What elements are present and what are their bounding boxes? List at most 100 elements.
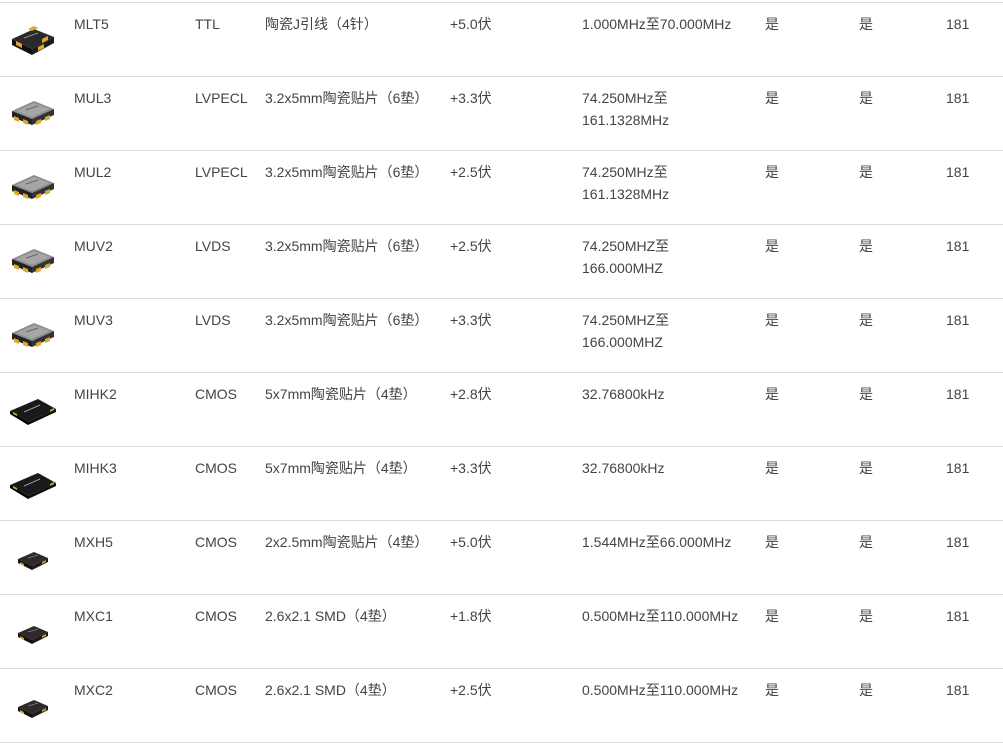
frequency-cell: 74.250MHZ至 166.000MHZ bbox=[582, 309, 757, 353]
frequency-line: 74.250MHz至 bbox=[582, 164, 668, 180]
number-cell: 181 bbox=[946, 682, 970, 698]
package-cell: 2.6x2.1 SMD（4垫） bbox=[265, 608, 396, 624]
package-cell: 2.6x2.1 SMD（4垫） bbox=[265, 682, 396, 698]
number-cell: 181 bbox=[946, 312, 970, 328]
table-row: MUL3 LVPECL 3.2x5mm陶瓷贴片（6垫） +3.3伏 是 是 181 74.25… bbox=[0, 77, 1003, 151]
frequency-line: 161.1328MHz bbox=[582, 112, 670, 128]
frequency-cell: 0.500MHz至110.000MHz bbox=[582, 679, 757, 701]
output-type-cell: LVPECL bbox=[195, 90, 248, 106]
frequency-line: 1.544MHz至66.000MHz bbox=[582, 534, 732, 550]
output-type-cell: CMOS bbox=[195, 534, 237, 550]
table-row: MUL2 LVPECL 3.2x5mm陶瓷贴片（6垫） +2.5伏 是 是 181 74.25… bbox=[0, 151, 1003, 225]
oscillator-6pad-icon bbox=[8, 91, 58, 137]
flag-cell: 是 bbox=[859, 460, 873, 476]
voltage-cell: +2.8伏 bbox=[450, 386, 492, 402]
package-cell: 3.2x5mm陶瓷贴片（6垫） bbox=[265, 312, 429, 328]
flag-cell: 是 bbox=[765, 386, 779, 402]
model-cell: MIHK3 bbox=[74, 460, 117, 476]
model-cell: MUL3 bbox=[74, 90, 112, 106]
frequency-cell: 74.250MHz至 161.1328MHz bbox=[582, 161, 757, 205]
voltage-cell: +2.5伏 bbox=[450, 238, 492, 254]
frequency-line: 32.76800kHz bbox=[582, 460, 665, 476]
oscillator-small-icon bbox=[8, 535, 58, 581]
oscillator-6pad-icon bbox=[8, 313, 58, 359]
frequency-line: 74.250MHZ至 bbox=[582, 312, 670, 328]
product-table: MLT5 TTL 陶瓷J引线（4针） +5.0伏是是 181 1.000MHz至70.00… bbox=[0, 2, 1003, 743]
oscillator-6pad-icon bbox=[8, 165, 58, 211]
oscillator-flat-black-icon bbox=[8, 387, 58, 433]
frequency-line: 0.500MHz至110.000MHz bbox=[582, 682, 739, 698]
flag-cell: 是 bbox=[765, 608, 779, 624]
table-row: MXC1 CMOS 2.6x2.1 SMD（4垫） +1.8伏 是 是 181 0.500MH… bbox=[0, 595, 1003, 669]
flag-cell: 是 bbox=[765, 238, 779, 254]
frequency-cell: 0.500MHz至110.000MHz bbox=[582, 605, 757, 627]
frequency-line: 74.250MHz至 bbox=[582, 90, 668, 106]
frequency-cell: 1.544MHz至66.000MHz bbox=[582, 531, 757, 553]
package-cell: 5x7mm陶瓷贴片（4垫） bbox=[265, 386, 417, 402]
flag-cell: 是 bbox=[765, 312, 779, 328]
model-cell: MXC2 bbox=[74, 682, 113, 698]
voltage-cell: +1.8伏 bbox=[450, 608, 492, 624]
voltage-cell: +2.5伏 bbox=[450, 682, 492, 698]
output-type-cell: CMOS bbox=[195, 608, 237, 624]
flag-cell: 是 bbox=[859, 386, 873, 402]
table-row: MXH5 CMOS 2x2.5mm陶瓷贴片（4垫） +5.0伏 是 是 181 1.544MH… bbox=[0, 521, 1003, 595]
oscillator-small-icon bbox=[8, 609, 58, 655]
frequency-cell: 32.76800kHz bbox=[582, 457, 757, 479]
oscillator-flat-black-icon bbox=[8, 461, 58, 507]
package-cell: 陶瓷J引线（4针） bbox=[265, 16, 378, 32]
number-cell: 181 bbox=[946, 16, 970, 32]
oscillator-j-lead-icon bbox=[8, 17, 58, 63]
voltage-cell: +3.3伏 bbox=[450, 460, 492, 476]
flag-cell: 是 bbox=[859, 164, 873, 180]
voltage-cell: +3.3伏 bbox=[450, 90, 492, 106]
frequency-line: 32.76800kHz bbox=[582, 386, 665, 402]
output-type-cell: CMOS bbox=[195, 386, 237, 402]
package-cell: 5x7mm陶瓷贴片（4垫） bbox=[265, 460, 417, 476]
flag-cell: 是 bbox=[859, 238, 873, 254]
number-cell: 181 bbox=[946, 90, 970, 106]
number-cell: 181 bbox=[946, 164, 970, 180]
package-cell: 3.2x5mm陶瓷贴片（6垫） bbox=[265, 90, 429, 106]
number-cell: 181 bbox=[946, 386, 970, 402]
package-cell: 3.2x5mm陶瓷贴片（6垫） bbox=[265, 164, 429, 180]
number-cell: 181 bbox=[946, 608, 970, 624]
voltage-cell: +5.0伏 bbox=[450, 16, 492, 32]
number-cell: 181 bbox=[946, 534, 970, 550]
flag-cell: 是 bbox=[765, 90, 779, 106]
flag-cell: 是 bbox=[765, 164, 779, 180]
model-cell: MLT5 bbox=[74, 16, 109, 32]
flag-cell: 是 bbox=[765, 460, 779, 476]
package-cell: 3.2x5mm陶瓷贴片（6垫） bbox=[265, 238, 429, 254]
table-row: MIHK2 CMOS 5x7mm陶瓷贴片（4垫） +2.8伏 是 是 181 32.76800… bbox=[0, 373, 1003, 447]
oscillator-small-icon bbox=[8, 683, 58, 729]
frequency-line: 0.500MHz至110.000MHz bbox=[582, 608, 739, 624]
table-row: MXC2 CMOS 2.6x2.1 SMD（4垫） +2.5伏 是 是 181 0.500MH… bbox=[0, 669, 1003, 743]
frequency-line: 1.000MHz至70.000MHz bbox=[582, 16, 732, 32]
frequency-cell: 32.76800kHz bbox=[582, 383, 757, 405]
model-cell: MXH5 bbox=[74, 534, 113, 550]
table-row: MLT5 TTL 陶瓷J引线（4针） +5.0伏 是 是 181 1.000MHz至70.00… bbox=[0, 3, 1003, 77]
output-type-cell: LVPECL bbox=[195, 164, 248, 180]
flag-cell: 是 bbox=[859, 90, 873, 106]
model-cell: MIHK2 bbox=[74, 386, 117, 402]
output-type-cell: LVDS bbox=[195, 312, 231, 328]
flag-cell: 是 bbox=[859, 16, 873, 32]
package-cell: 2x2.5mm陶瓷贴片（4垫） bbox=[265, 534, 429, 550]
output-type-cell: CMOS bbox=[195, 460, 237, 476]
frequency-cell: 1.000MHz至70.000MHz bbox=[582, 13, 757, 35]
flag-cell: 是 bbox=[859, 682, 873, 698]
flag-cell: 是 bbox=[859, 608, 873, 624]
model-cell: MUV2 bbox=[74, 238, 113, 254]
flag-cell: 是 bbox=[859, 534, 873, 550]
model-cell: MXC1 bbox=[74, 608, 113, 624]
flag-cell: 是 bbox=[765, 534, 779, 550]
output-type-cell: TTL bbox=[195, 16, 220, 32]
table-row: MIHK3 CMOS 5x7mm陶瓷贴片（4垫） +3.3伏 是 是 181 32.76800… bbox=[0, 447, 1003, 521]
flag-cell: 是 bbox=[859, 312, 873, 328]
voltage-cell: +3.3伏 bbox=[450, 312, 492, 328]
oscillator-6pad-icon bbox=[8, 239, 58, 285]
output-type-cell: LVDS bbox=[195, 238, 231, 254]
voltage-cell: +5.0伏 bbox=[450, 534, 492, 550]
frequency-cell: 74.250MHz至 161.1328MHz bbox=[582, 87, 757, 131]
